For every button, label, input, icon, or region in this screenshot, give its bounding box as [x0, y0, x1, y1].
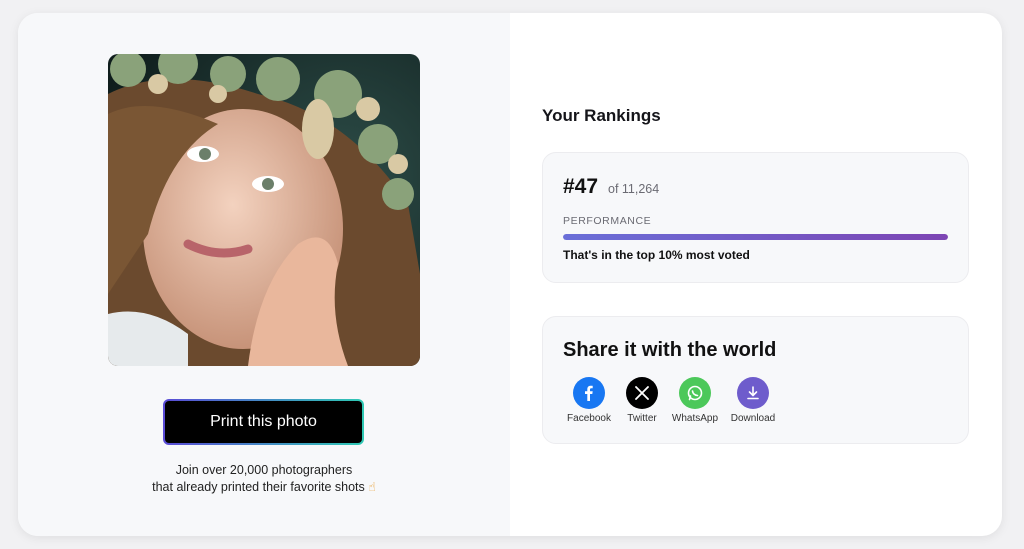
print-photo-button[interactable]: Print this photo	[163, 399, 364, 445]
performance-bar-fill	[563, 234, 948, 240]
share-whatsapp-label: WhatsApp	[671, 413, 719, 424]
share-facebook-button[interactable]: Facebook	[559, 377, 619, 424]
ranking-note: That's in the top 10% most voted	[563, 248, 750, 262]
join-line-1: Join over 20,000 photographers	[175, 463, 353, 477]
share-panel: Share it with the world Facebook Twitter…	[542, 316, 969, 444]
rank-number: #47	[563, 175, 599, 198]
photo	[108, 54, 420, 366]
performance-bar	[563, 234, 948, 240]
whatsapp-icon	[679, 377, 711, 409]
share-download-label: Download	[730, 413, 776, 424]
result-card: Print this photo Join over 20,000 photog…	[18, 13, 1002, 536]
facebook-icon	[573, 377, 605, 409]
rankings-title: Your Rankings	[542, 106, 661, 125]
photo-pane: Print this photo Join over 20,000 photog…	[18, 13, 510, 536]
join-line-2: that already printed their favorite shot…	[152, 480, 365, 494]
download-icon	[737, 377, 769, 409]
ranking-panel: #47 of 11,264 PERFORMANCE That's in the …	[542, 152, 969, 283]
portrait-image	[108, 54, 420, 366]
share-twitter-label: Twitter	[627, 413, 657, 424]
pointing-hand-icon: ☝	[368, 480, 376, 494]
rank-total: of 11,264	[608, 182, 660, 196]
share-title: Share it with the world	[563, 339, 777, 361]
share-download-button[interactable]: Download	[723, 377, 783, 424]
join-message: Join over 20,000 photographers that alre…	[18, 462, 510, 496]
share-twitter-button[interactable]: Twitter	[612, 377, 672, 424]
share-facebook-label: Facebook	[567, 413, 611, 424]
x-icon	[626, 377, 658, 409]
performance-label: PERFORMANCE	[563, 215, 652, 227]
share-whatsapp-button[interactable]: WhatsApp	[665, 377, 725, 424]
